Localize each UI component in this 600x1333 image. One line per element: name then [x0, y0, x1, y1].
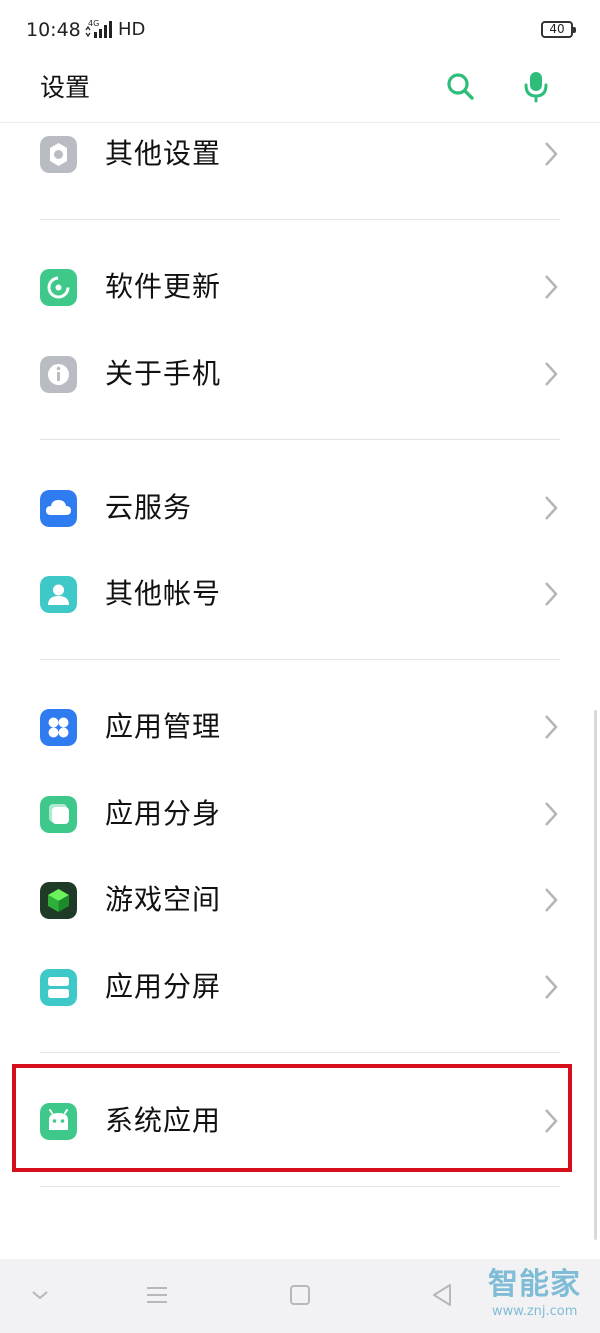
info-icon	[40, 356, 77, 393]
status-time: 10:48	[26, 19, 81, 41]
divider	[40, 219, 560, 220]
home-icon[interactable]	[284, 1279, 316, 1311]
back-icon[interactable]	[426, 1279, 458, 1311]
settings-item-about-phone[interactable]: 关于手机	[0, 335, 600, 415]
chevron-right-icon	[545, 888, 558, 912]
settings-item-other-settings[interactable]: 其他设置	[0, 115, 600, 195]
settings-item-software-update[interactable]: 软件更新	[0, 248, 600, 328]
watermark-logo: 智能家 www.znj.com	[488, 1268, 596, 1328]
settings-item-app-management[interactable]: 应用管理	[0, 688, 600, 768]
grid-icon	[40, 709, 77, 746]
settings-item-game-space[interactable]: 游戏空间	[0, 861, 600, 941]
mic-icon[interactable]	[518, 68, 554, 104]
chevron-right-icon	[545, 715, 558, 739]
chevron-right-icon	[545, 142, 558, 166]
chevron-down-icon[interactable]	[24, 1279, 56, 1311]
settings-item-split-screen[interactable]: 应用分屏	[0, 948, 600, 1028]
settings-item-label: 云服务	[105, 491, 193, 524]
settings-item-cloud-service[interactable]: 云服务	[0, 469, 600, 549]
cloud-icon	[40, 490, 77, 527]
chevron-right-icon	[545, 975, 558, 999]
signal-icon: 4G	[85, 19, 112, 38]
scrollbar[interactable]	[594, 710, 597, 1240]
cube-icon	[40, 882, 77, 919]
update-icon	[40, 269, 77, 306]
page-title: 设置	[40, 73, 91, 102]
gear-icon	[40, 136, 77, 173]
battery-level: 40	[549, 22, 565, 36]
search-icon[interactable]	[442, 68, 478, 104]
settings-item-other-accounts[interactable]: 其他帐号	[0, 555, 600, 635]
watermark-text: 智能家	[488, 1267, 581, 1302]
settings-item-label: 应用分屏	[105, 970, 222, 1003]
chevron-right-icon	[545, 582, 558, 606]
divider	[40, 1186, 560, 1187]
settings-item-label: 关于手机	[105, 357, 222, 390]
person-icon	[40, 576, 77, 613]
highlight-box	[12, 1064, 572, 1172]
divider	[40, 439, 560, 440]
chevron-right-icon	[545, 802, 558, 826]
settings-item-label: 软件更新	[105, 270, 222, 303]
settings-item-app-clone[interactable]: 应用分身	[0, 775, 600, 855]
settings-item-label: 其他设置	[105, 137, 222, 170]
split-icon	[40, 969, 77, 1006]
menu-icon[interactable]	[141, 1279, 173, 1311]
battery-icon: 40	[541, 21, 576, 38]
settings-item-label: 游戏空间	[105, 883, 222, 916]
chevron-right-icon	[545, 496, 558, 520]
chevron-right-icon	[545, 275, 558, 299]
divider	[40, 1052, 560, 1053]
status-network: HD	[118, 19, 146, 40]
settings-item-label: 应用分身	[105, 797, 222, 830]
app-header: 设置	[0, 58, 600, 123]
status-bar: 10:48 4G HD 40	[0, 0, 600, 60]
settings-item-label: 应用管理	[105, 710, 222, 743]
svg-text:4G: 4G	[88, 19, 99, 28]
clone-icon	[40, 796, 77, 833]
watermark-url: www.znj.com	[492, 1304, 578, 1319]
settings-item-label: 其他帐号	[105, 577, 222, 610]
chevron-right-icon	[545, 362, 558, 386]
divider	[40, 659, 560, 660]
